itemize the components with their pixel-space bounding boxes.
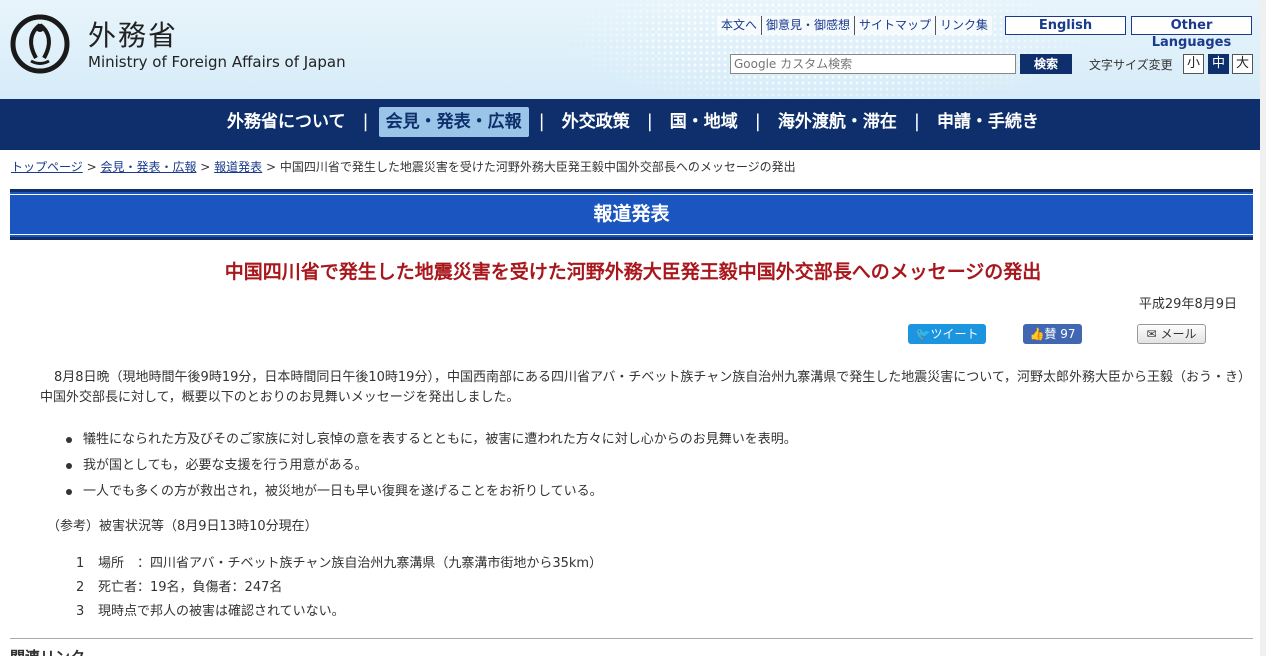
nav-item-policy[interactable]: 外交政策	[555, 107, 637, 137]
font-size-medium-button[interactable]: 中	[1208, 54, 1229, 74]
util-link-links[interactable]: リンク集	[936, 16, 993, 35]
breadcrumb-current: 中国四川省で発生した地震災害を受けた河野外務大臣発王毅中国外交部長へのメッセージ…	[279, 160, 796, 174]
search-button[interactable]: 検索	[1020, 54, 1072, 74]
section-banner: 報道発表	[10, 189, 1253, 240]
list-item: 我が国としても，必要な支援を行う用意がある。	[66, 453, 797, 479]
page-scrollbar[interactable]	[1260, 0, 1266, 656]
nav-separator: |	[646, 111, 653, 132]
font-size-label: 文字サイズ変更	[1089, 58, 1173, 72]
global-nav: 外務省について | 会見・発表・広報 | 外交政策 | 国・地域 | 海外渡航・…	[0, 99, 1266, 150]
section-divider	[10, 638, 1253, 639]
list-text: 場所 ：四川省アバ・チベット族チャン族自治州九寨溝県（九寨溝市街地から35km）	[98, 556, 603, 571]
site-header: 外務省 Ministry of Foreign Affairs of Japan…	[0, 0, 1266, 99]
thumbs-up-icon: 👍	[1029, 327, 1045, 341]
related-links-heading: 関連リンク	[10, 646, 85, 656]
list-text: 現時点で邦人の被害は確認されていない。	[98, 604, 345, 619]
mofa-emblem-icon[interactable]	[10, 14, 70, 74]
search-input[interactable]	[730, 54, 1016, 74]
like-label: 賛 97	[1044, 327, 1076, 341]
article-title: 中国四川省で発生した地震災害を受けた河野外務大臣発王毅中国外交部長へのメッセージ…	[224, 261, 1042, 283]
mail-icon: ✉	[1146, 327, 1157, 341]
list-item: 1 場所 ：四川省アバ・チベット族チャン族自治州九寨溝県（九寨溝市街地から35km…	[76, 552, 602, 576]
list-number: 3	[76, 604, 85, 619]
nav-item-press[interactable]: 会見・発表・広報	[378, 107, 529, 137]
logo-text-jp[interactable]: 外務省	[88, 14, 178, 54]
breadcrumb-link-press[interactable]: 会見・発表・広報	[100, 160, 196, 174]
section-banner-title: 報道発表	[10, 194, 1253, 235]
nav-separator: |	[538, 111, 545, 132]
mail-label: メール	[1160, 327, 1197, 341]
util-link-sitemap[interactable]: サイトマップ	[855, 16, 937, 35]
twitter-bird-icon: 🐦	[915, 327, 931, 341]
article-date: 平成29年8月9日	[1138, 297, 1237, 312]
nav-item-about[interactable]: 外務省について	[220, 107, 353, 137]
list-item: 2 死亡者：19名，負傷者：247名	[76, 576, 602, 600]
font-size-small-button[interactable]: 小	[1183, 54, 1204, 74]
breadcrumb: トップページ > 会見・発表・広報 > 報道発表 > 中国四川省で発生した地震災…	[11, 158, 796, 175]
list-text: 死亡者：19名，負傷者：247名	[98, 580, 283, 595]
like-button[interactable]: 👍賛 97	[1023, 324, 1082, 344]
breadcrumb-link-releases[interactable]: 報道発表	[214, 160, 262, 174]
utility-links: 本文へ 御意見・御感想 サイトマップ リンク集	[717, 16, 993, 35]
mail-button[interactable]: ✉ メール	[1137, 324, 1206, 344]
breadcrumb-separator: >	[82, 160, 101, 174]
nav-separator: |	[754, 111, 761, 132]
english-button[interactable]: English	[1005, 16, 1126, 35]
logo-text-en[interactable]: Ministry of Foreign Affairs of Japan	[88, 53, 346, 71]
nav-item-travel[interactable]: 海外渡航・滞在	[771, 107, 904, 137]
list-number: 2	[76, 580, 85, 595]
nav-item-regions[interactable]: 国・地域	[663, 107, 745, 137]
font-size-large-button[interactable]: 大	[1232, 54, 1253, 74]
article-body: 8月8日晩（現地時間午後9時19分，日本時間同日午後10時19分），中国西南部に…	[40, 370, 1245, 405]
util-link-main-content[interactable]: 本文へ	[717, 16, 763, 35]
list-item: 犠牲になられた方及びそのご家族に対し哀悼の意を表するとともに，被害に遭われた方々…	[66, 427, 797, 453]
damage-list: 1 場所 ：四川省アバ・チベット族チャン族自治州九寨溝県（九寨溝市街地から35km…	[76, 552, 602, 624]
breadcrumb-separator: >	[262, 160, 280, 174]
breadcrumb-link-top[interactable]: トップページ	[11, 160, 83, 174]
tweet-button[interactable]: 🐦ツイート	[908, 324, 986, 344]
list-number: 1	[76, 556, 85, 571]
other-languages-button[interactable]: Other Languages	[1131, 16, 1252, 50]
list-item: 3 現時点で邦人の被害は確認されていない。	[76, 600, 602, 624]
nav-item-procedures[interactable]: 申請・手続き	[930, 107, 1046, 137]
message-bullets: 犠牲になられた方及びそのご家族に対し哀悼の意を表するとともに，被害に遭われた方々…	[66, 427, 797, 505]
nav-separator: |	[913, 111, 920, 132]
reference-heading: （参考）被害状況等（8月9日13時10分現在）	[47, 519, 318, 534]
nav-separator: |	[362, 111, 369, 132]
util-link-feedback[interactable]: 御意見・御感想	[762, 16, 856, 35]
tweet-label: ツイート	[930, 327, 979, 341]
breadcrumb-separator: >	[196, 160, 215, 174]
list-item: 一人でも多くの方が救出され，被災地が一日も早い復興を遂げることをお祈りしている。	[66, 479, 797, 505]
world-map-decoration	[566, 0, 1086, 99]
